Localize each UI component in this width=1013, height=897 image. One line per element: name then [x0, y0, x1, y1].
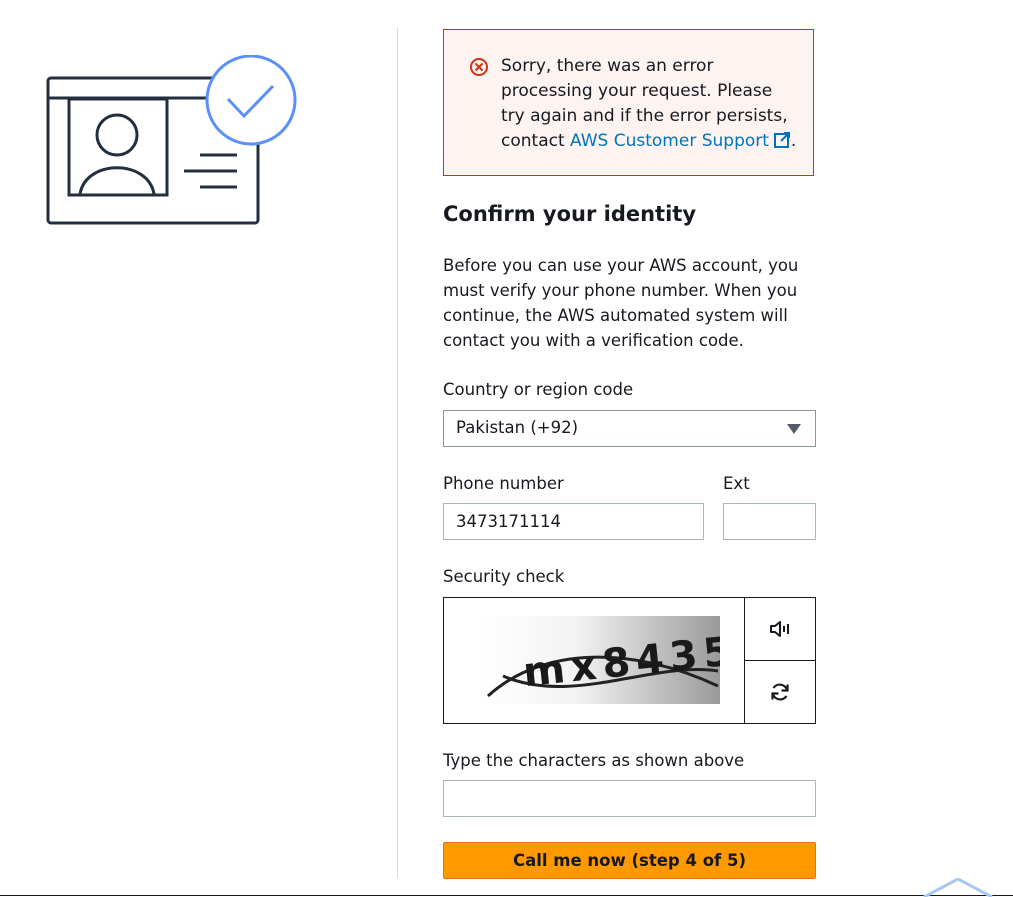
aws-support-link[interactable]: AWS Customer Support — [570, 131, 791, 151]
error-message: Sorry, there was an error processing you… — [501, 54, 801, 154]
country-select[interactable]: Pakistan (+92) — [443, 410, 816, 447]
error-alert: Sorry, there was an error processing you… — [443, 29, 814, 176]
refresh-icon — [771, 683, 789, 701]
external-link-icon — [773, 132, 790, 148]
bottom-divider — [0, 895, 1013, 896]
intro-text: Before you can use your AWS account, you… — [443, 256, 799, 350]
country-select-value: Pakistan (+92) — [456, 418, 579, 437]
audio-captcha-button[interactable] — [745, 598, 815, 660]
captcha-box: mx8435 — [443, 597, 816, 724]
captcha-image: mx8435 — [483, 616, 720, 704]
chevron-down-icon — [787, 424, 801, 434]
ext-input[interactable] — [723, 503, 816, 540]
captcha-input-label: Type the characters as shown above — [443, 751, 745, 770]
security-check-label: Security check — [443, 567, 565, 586]
column-divider — [397, 28, 398, 878]
checkmark-circle-icon — [205, 55, 297, 146]
phone-label: Phone number — [443, 474, 564, 493]
audio-icon — [770, 621, 789, 637]
captcha-input[interactable] — [443, 780, 816, 817]
aws-support-link-text: AWS Customer Support — [570, 131, 769, 151]
refresh-captcha-button[interactable] — [745, 661, 815, 723]
ext-label: Ext — [723, 474, 750, 493]
page-title: Confirm your identity — [443, 202, 697, 226]
error-x-icon — [470, 58, 488, 76]
phone-input[interactable] — [443, 503, 704, 540]
country-label: Country or region code — [443, 380, 634, 399]
id-card-illustration — [46, 55, 297, 225]
error-message-period: . — [790, 131, 797, 151]
call-me-now-button[interactable]: Call me now (step 4 of 5) — [443, 842, 816, 879]
scroll-up-icon[interactable] — [922, 878, 994, 897]
